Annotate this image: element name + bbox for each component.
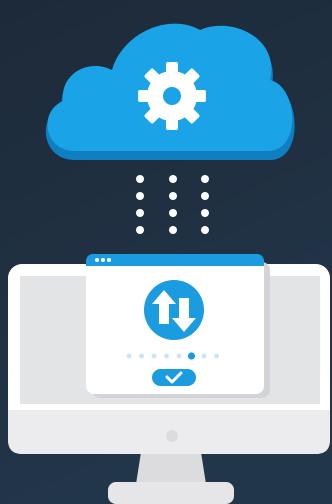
up-down-arrows-icon <box>144 280 204 340</box>
stream-dot <box>136 209 144 217</box>
progress-dot <box>164 353 169 359</box>
power-indicator <box>166 430 178 442</box>
progress-dot-active <box>187 352 196 360</box>
stream-dot <box>169 175 177 183</box>
window-header <box>86 254 264 266</box>
stream-dot <box>201 175 209 183</box>
stream-dot <box>169 226 177 234</box>
progress-dot <box>201 353 207 359</box>
progress-dot <box>214 353 219 359</box>
stream-dot <box>201 192 209 200</box>
monitor-stand-base <box>108 482 234 504</box>
window-control-dot[interactable] <box>101 258 105 262</box>
confirm-button[interactable] <box>152 369 196 386</box>
progress-dot <box>126 353 132 359</box>
cloud-sync-illustration <box>0 0 332 504</box>
progress-dot <box>176 353 182 359</box>
progress-dot <box>151 353 157 359</box>
window-control-dot[interactable] <box>95 258 99 262</box>
stream-dot <box>201 226 209 234</box>
stream-dot <box>136 192 144 200</box>
window-control-dot[interactable] <box>107 258 111 262</box>
stream-dot <box>201 209 209 217</box>
stream-dot <box>136 226 144 234</box>
stream-dot <box>136 175 144 183</box>
gear-icon <box>138 62 206 130</box>
progress-dot <box>139 353 144 359</box>
app-window <box>86 254 270 398</box>
stream-dot <box>169 209 177 217</box>
stream-dot <box>169 192 177 200</box>
